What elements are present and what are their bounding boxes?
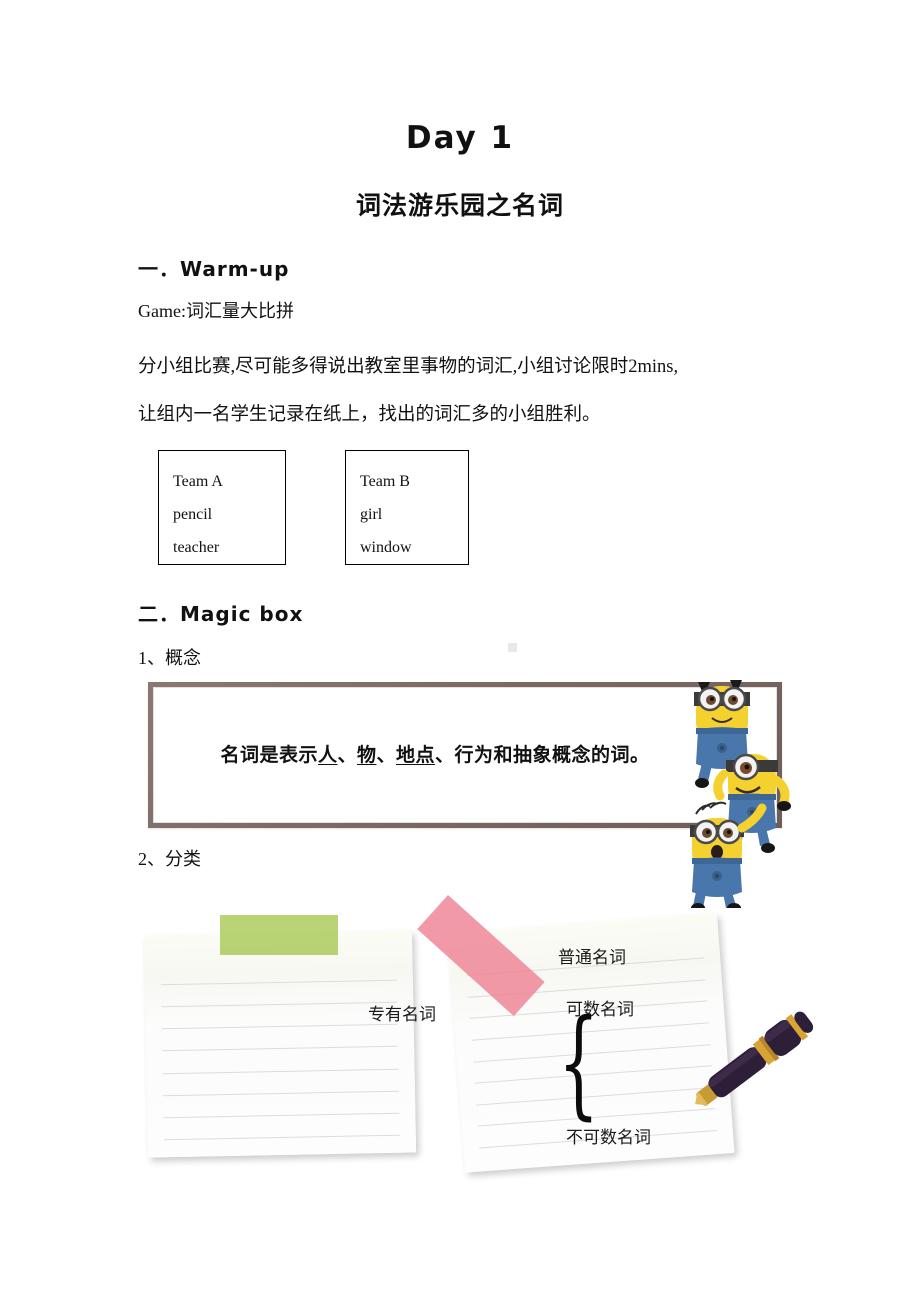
warmup-game-line: Game:词汇量大比拼 [138,301,294,321]
section-heading-magicbox: 二．Magic box [138,602,304,626]
definition-sep-1: 、 [337,743,357,766]
curly-brace: { [558,993,600,1131]
definition-sep-2: 、 [376,743,397,766]
page-subtitle: 词法游乐园之名词 [355,191,564,220]
team-a-box: Team A pencil teacher [158,450,286,565]
whiteboard-frame: 名词是表示人、物、地点、行为和抽象概念的词。 [148,682,782,828]
subsection-category-label: 2、分类 [138,849,201,869]
definition-underline-place: 地点 [396,743,436,766]
section-heading-warmup: 一．Warm-up [138,257,290,281]
definition-prefix: 名词是表示 [220,743,318,766]
warmup-description-line-1: 分小组比赛,尽可能多得说出教室里事物的词汇,小组讨论限时2mins, [138,357,679,377]
definition-suffix: 、行为和抽象概念的词。 [435,743,650,766]
washi-tape-green [220,915,338,955]
document-page: Day 1 词法游乐园之名词 一．Warm-up Game:词汇量大比拼 分小组… [0,0,920,1302]
noun-classification-notes: 专有名词 普通名词 可数名词 { 不可数名词 [138,895,838,1195]
label-uncountable-noun: 不可数名词 [566,1128,651,1148]
team-b-box: Team B girl window [345,450,469,565]
note-proper-noun [143,930,417,1158]
label-proper-noun: 专有名词 [368,1005,436,1025]
team-b-name: Team B [360,473,410,490]
note-ruled-lines [144,930,416,1157]
whiteboard-surface: 名词是表示人、物、地点、行为和抽象概念的词。 [153,687,777,823]
team-a-name: Team A [173,473,223,490]
faint-artifact-mark [508,643,517,652]
team-a-word-2: teacher [173,539,220,556]
page-title: Day 1 [405,120,515,156]
team-b-word-2: window [360,539,412,556]
team-b-word-1: girl [360,506,383,523]
definition-underline-person: 人 [317,743,338,766]
label-common-noun: 普通名词 [558,948,626,968]
subsection-concept-label: 1、概念 [138,648,201,668]
warmup-description-line-2: 让组内一名学生记录在纸上，找出的词汇多的小组胜利。 [138,405,601,425]
team-a-word-1: pencil [173,506,213,523]
noun-definition-text: 名词是表示人、物、地点、行为和抽象概念的词。 [220,740,649,767]
definition-underline-thing: 物 [356,743,377,766]
